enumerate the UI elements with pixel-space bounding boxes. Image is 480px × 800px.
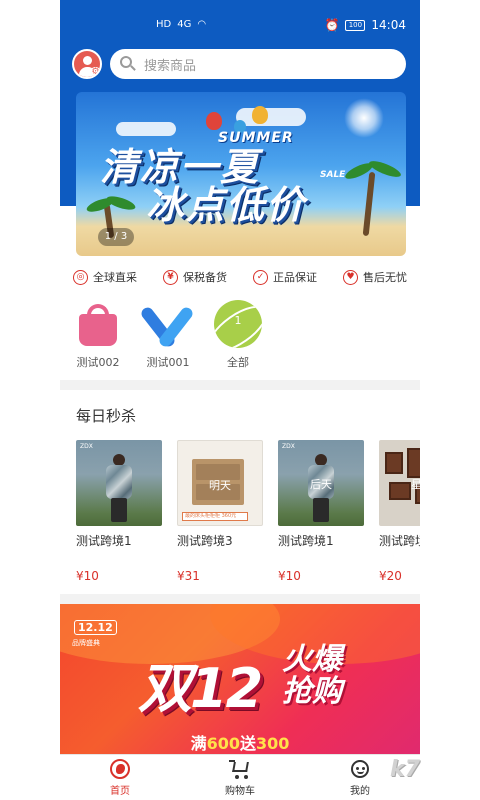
search-placeholder: 搜索商品 <box>144 58 197 74</box>
shield-icon: ✓ <box>253 269 268 285</box>
tab-cart[interactable]: 购物车 <box>180 755 300 800</box>
battery-level: 100 <box>348 20 363 29</box>
sun-graphic <box>344 98 384 138</box>
promo-fire-line1: 火爆 <box>282 642 342 677</box>
product-image: 明天 最的床头柜柜柜 360元 <box>177 440 263 526</box>
feature-badges: ◎ 全球直采 ¥ 保税备货 ✓ 正品保证 ♥ 售后无忧 <box>60 266 420 288</box>
product-image: 星期 <box>379 440 420 526</box>
deal-amount-1: 600 <box>206 734 240 753</box>
sale-day-label: 明天 <box>209 479 231 492</box>
product-image: ZDX <box>76 440 162 526</box>
section-divider <box>60 594 420 604</box>
feature-authentic: ✓ 正品保证 <box>253 269 317 285</box>
cloud-graphic <box>236 108 306 126</box>
globe-icon <box>109 758 131 780</box>
deal-amount-2: 300 <box>256 734 290 753</box>
category-label: 测试002 <box>76 356 120 369</box>
cloud-graphic <box>116 122 176 136</box>
product-tag: 最的床头柜柜柜 360元 <box>182 512 248 521</box>
brand-logo: ZDX <box>80 443 93 450</box>
promo-banner[interactable]: 12.12 品牌盛典 双12 火爆 抢购 满600送300 <box>60 604 420 754</box>
balloon-graphic <box>252 106 268 124</box>
feature-after-sales: ♥ 售后无忧 <box>343 269 407 285</box>
section-divider <box>60 380 420 390</box>
product-price: ¥31 <box>177 569 200 583</box>
feature-bonded-stock: ¥ 保税备货 <box>163 269 227 285</box>
status-icons: HD 4G ◠ <box>156 19 206 30</box>
promo-fire-text: 火爆 抢购 <box>282 644 342 708</box>
category-item[interactable]: 测试002 <box>72 300 124 370</box>
promo-logo: 12.12 <box>74 620 117 635</box>
wifi-icon: ◠ <box>197 19 207 30</box>
feature-label: 全球直采 <box>93 271 137 284</box>
status-bar: HD 4G ◠ ⏰ 100 14:04 <box>60 0 420 40</box>
product-name: 测试跨境1 <box>278 534 334 548</box>
user-avatar[interactable]: ⚙ <box>72 49 102 79</box>
sale-day-label: 后天 <box>310 478 332 491</box>
category-row: 测试002 测试001 1 全部 <box>72 300 264 370</box>
avatar-head <box>83 56 92 65</box>
cart-icon <box>229 758 251 780</box>
category-label: 测试001 <box>146 356 190 369</box>
search-icon <box>120 56 136 72</box>
signal-label: 4G <box>177 19 192 30</box>
tab-label: 首页 <box>110 786 130 797</box>
palm-tree-graphic <box>362 171 376 237</box>
globe-icon: ◎ <box>73 269 88 285</box>
carousel-indicator: 1 / 3 <box>98 228 134 246</box>
product-price: ¥20 <box>379 569 402 583</box>
feature-global-sourcing: ◎ 全球直采 <box>73 269 137 285</box>
alarm-icon: ⏰ <box>324 18 340 32</box>
product-card[interactable]: 星期 测试跨境 ¥20 <box>379 440 420 583</box>
product-name: 测试跨境 <box>379 534 420 548</box>
x-logo-icon <box>139 300 195 349</box>
flash-sale-list[interactable]: ZDX 测试跨境1 ¥10 明天 最的床头柜柜柜 360元 测试跨境3 ¥31 <box>76 440 420 590</box>
app-screen: HD 4G ◠ ⏰ 100 14:04 ⚙ 搜索商品 SUMMER SALE 清… <box>60 0 420 800</box>
product-image: ZDX 后天 <box>278 440 364 526</box>
tax-icon: ¥ <box>163 269 178 285</box>
promo-fire-line2: 抢购 <box>282 674 342 709</box>
battery-icon: 100 <box>345 19 366 31</box>
banner-headline-2: 冰点低价 <box>146 183 307 227</box>
category-badge: 1 <box>234 314 242 327</box>
right-margin <box>420 0 480 800</box>
feature-label: 售后无忧 <box>363 271 407 284</box>
promo-headline: 双12 <box>138 657 263 720</box>
left-margin <box>0 0 60 800</box>
brand-logo: ZDX <box>282 443 295 450</box>
feature-label: 正品保证 <box>273 271 317 284</box>
tab-home[interactable]: 首页 <box>60 755 180 800</box>
shopping-bag-icon <box>74 300 122 348</box>
deal-mid: 送 <box>240 734 257 753</box>
promo-logo-sub: 品牌盛典 <box>72 639 100 647</box>
category-label: 全部 <box>227 356 249 369</box>
deal-prefix: 满 <box>190 734 207 753</box>
search-bar[interactable]: 搜索商品 <box>110 49 406 79</box>
watermark: k7 o7.com <box>390 757 420 782</box>
settings-gear-icon: ⚙ <box>90 67 100 77</box>
product-card[interactable]: 明天 最的床头柜柜柜 360元 测试跨境3 ¥31 <box>177 440 263 583</box>
flash-sale-title: 每日秒杀 <box>76 407 137 425</box>
product-card[interactable]: ZDX 后天 测试跨境1 ¥10 <box>278 440 364 583</box>
ball-icon: 1 <box>214 300 262 348</box>
service-icon: ♥ <box>343 269 358 285</box>
tab-label: 购物车 <box>225 786 255 797</box>
balloon-graphic <box>206 112 222 130</box>
product-name: 测试跨境3 <box>177 534 233 548</box>
banner-sale-text: SALE <box>320 170 346 180</box>
network-type-label: HD <box>156 19 172 30</box>
product-price: ¥10 <box>76 569 99 583</box>
category-item[interactable]: 1 全部 <box>212 300 264 370</box>
feature-label: 保税备货 <box>183 271 227 284</box>
product-price: ¥10 <box>278 569 301 583</box>
product-card[interactable]: ZDX 测试跨境1 ¥10 <box>76 440 162 583</box>
category-item[interactable]: 测试001 <box>139 300 195 370</box>
banner-carousel[interactable]: SUMMER SALE 清凉一夏 冰点低价 1 / 3 <box>76 92 406 256</box>
sale-day-label: 星期 <box>411 478 420 491</box>
status-time: 14:04 <box>371 18 406 32</box>
status-right: ⏰ 100 14:04 <box>324 18 406 32</box>
page: HD 4G ◠ ⏰ 100 14:04 ⚙ 搜索商品 SUMMER SALE 清… <box>0 0 480 800</box>
product-name: 测试跨境1 <box>76 534 132 548</box>
